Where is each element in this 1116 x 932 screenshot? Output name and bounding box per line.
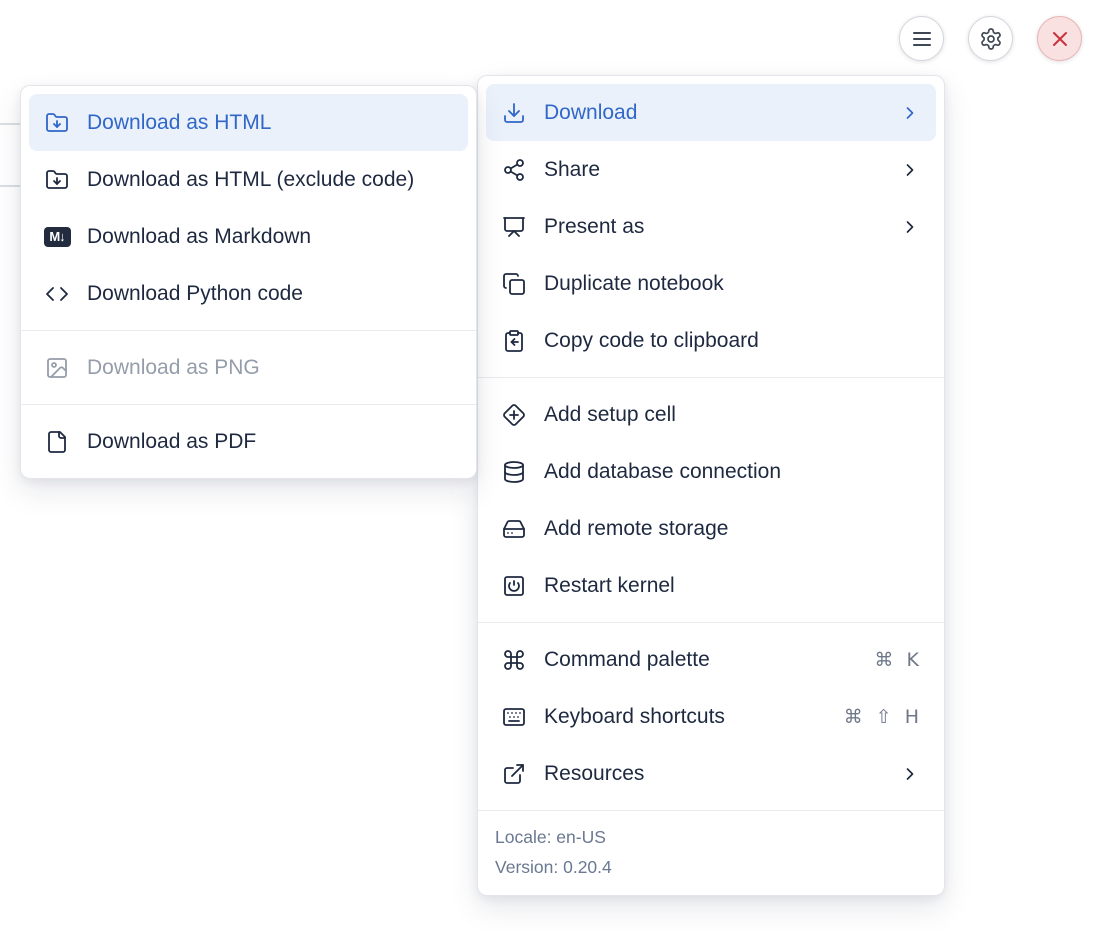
menu-item-label: Present as	[544, 215, 882, 239]
menu-item-download-as-pdf[interactable]: Download as PDF	[29, 413, 468, 470]
menu-item-label: Download as PDF	[87, 430, 452, 454]
file-icon	[45, 430, 69, 454]
gear-icon	[979, 27, 1003, 51]
menu-item-label: Restart kernel	[544, 574, 920, 598]
power-square-icon	[502, 574, 526, 598]
image-icon	[45, 356, 69, 380]
folder-down-icon	[45, 111, 69, 135]
markdown-badge: M↓	[44, 227, 71, 247]
download-submenu: Download as HTML Download as HTML (exclu…	[20, 85, 477, 479]
menu-item-label: Share	[544, 158, 882, 182]
menu-item-label: Download as HTML	[87, 111, 452, 135]
menu-item-download-as-png: Download as PNG	[29, 339, 468, 396]
menu-divider	[478, 377, 944, 378]
download-icon	[502, 101, 526, 125]
menu-item-add-setup-cell[interactable]: Add setup cell	[486, 386, 936, 443]
menu-item-label: Download as Markdown	[87, 225, 452, 249]
menu-item-present-as[interactable]: Present as	[486, 198, 936, 255]
menu-item-label: Add remote storage	[544, 517, 920, 541]
menu-item-label: Keyboard shortcuts	[544, 705, 826, 729]
shortcut-hint: ⌘ K	[875, 649, 921, 671]
share-icon	[502, 158, 526, 182]
chevron-right-icon	[900, 764, 920, 784]
shutdown-button[interactable]	[1037, 16, 1082, 61]
menu-item-label: Add setup cell	[544, 403, 920, 427]
chevron-right-icon	[900, 103, 920, 123]
menu-item-add-remote-storage[interactable]: Add remote storage	[486, 500, 936, 557]
database-icon	[502, 460, 526, 484]
command-icon	[502, 648, 526, 672]
diamond-plus-icon	[502, 403, 526, 427]
hamburger-icon	[910, 27, 934, 51]
copy-icon	[502, 272, 526, 296]
menu-item-label: Download Python code	[87, 282, 452, 306]
background-cell-border	[0, 123, 21, 125]
menu-item-label: Copy code to clipboard	[544, 329, 920, 353]
menu-item-restart-kernel[interactable]: Restart kernel	[486, 557, 936, 614]
menu-item-label: Download	[544, 101, 882, 125]
settings-button[interactable]	[968, 16, 1013, 61]
menu-item-label: Resources	[544, 762, 882, 786]
background-cell-border	[0, 185, 21, 187]
menu-item-download-as-markdown[interactable]: M↓ Download as Markdown	[29, 208, 468, 265]
menu-item-label: Download as HTML (exclude code)	[87, 168, 452, 192]
menu-divider	[21, 330, 476, 331]
notebook-actions-menu: Download Share Present as Duplicate note…	[477, 75, 945, 896]
version-text: Version: 0.20.4	[495, 852, 927, 882]
markdown-icon: M↓	[45, 225, 69, 249]
keyboard-icon	[502, 705, 526, 729]
menu-item-copy-code-to-clipboard[interactable]: Copy code to clipboard	[486, 312, 936, 369]
menu-item-command-palette[interactable]: Command palette ⌘ K	[486, 631, 936, 688]
external-link-icon	[502, 762, 526, 786]
locale-text: Locale: en-US	[495, 822, 927, 852]
menu-divider	[478, 622, 944, 623]
presentation-icon	[502, 215, 526, 239]
menu-item-label: Command palette	[544, 648, 857, 672]
notebook-menu-button[interactable]	[899, 16, 944, 61]
menu-item-duplicate-notebook[interactable]: Duplicate notebook	[486, 255, 936, 312]
menu-item-label: Add database connection	[544, 460, 920, 484]
folder-down-icon	[45, 168, 69, 192]
chevron-right-icon	[900, 217, 920, 237]
hard-drive-icon	[502, 517, 526, 541]
menu-divider	[21, 404, 476, 405]
menu-item-download-python-code[interactable]: Download Python code	[29, 265, 468, 322]
menu-item-resources[interactable]: Resources	[486, 745, 936, 802]
menu-item-keyboard-shortcuts[interactable]: Keyboard shortcuts ⌘ ⇧ H	[486, 688, 936, 745]
shortcut-hint: ⌘ ⇧ H	[844, 706, 920, 728]
menu-item-download-as-html[interactable]: Download as HTML	[29, 94, 468, 151]
menu-item-label: Duplicate notebook	[544, 272, 920, 296]
close-icon	[1048, 27, 1072, 51]
chevron-right-icon	[900, 160, 920, 180]
menu-item-label: Download as PNG	[87, 356, 452, 380]
menu-item-download-as-html-exclude-code[interactable]: Download as HTML (exclude code)	[29, 151, 468, 208]
menu-item-download[interactable]: Download	[486, 84, 936, 141]
menu-item-share[interactable]: Share	[486, 141, 936, 198]
code-icon	[45, 282, 69, 306]
menu-item-add-database-connection[interactable]: Add database connection	[486, 443, 936, 500]
menu-footer: Locale: en-US Version: 0.20.4	[478, 810, 944, 895]
clipboard-arrow-icon	[502, 329, 526, 353]
